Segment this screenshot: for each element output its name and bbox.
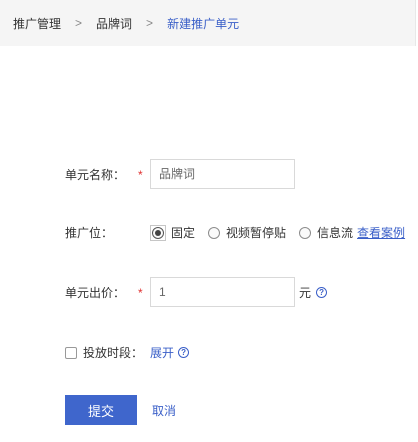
cancel-link[interactable]: 取消	[152, 402, 176, 419]
radio-icon	[299, 226, 312, 239]
unit-name-row: 单元名称： *	[65, 159, 295, 189]
required-mark: *	[138, 168, 143, 182]
expand-link[interactable]: 展开	[150, 344, 174, 361]
breadcrumb-item-current: 新建推广单元	[167, 16, 240, 31]
unit-name-label: 单元名称：	[65, 167, 126, 182]
bid-row: 单元出价： * 元 ?	[65, 277, 328, 307]
schedule-checkbox[interactable]	[65, 346, 77, 359]
breadcrumb: 推广管理 > 品牌词 > 新建推广单元	[0, 0, 416, 46]
schedule-row: 投放时段： 展开 ?	[65, 344, 190, 361]
radio-label-fixed: 固定	[171, 226, 196, 240]
schedule-label: 投放时段：	[83, 346, 144, 360]
question-circle-icon[interactable]: ?	[178, 347, 190, 358]
radio-label-video-pause: 视频暂停贴	[226, 226, 287, 240]
radio-icon	[208, 226, 221, 239]
bid-input[interactable]	[150, 277, 295, 307]
question-circle-icon[interactable]: ?	[316, 286, 328, 298]
breadcrumb-separator: >	[146, 16, 154, 30]
radio-option-feed[interactable]: 信息流	[299, 224, 353, 241]
breadcrumb-item-promotion-management[interactable]: 推广管理	[13, 15, 61, 32]
breadcrumb-item-brand-words[interactable]: 品牌词	[96, 15, 132, 32]
position-label: 推广位：	[65, 226, 114, 240]
radio-label-feed: 信息流	[317, 226, 354, 240]
bid-unit: 元	[299, 285, 312, 300]
bid-label: 单元出价：	[65, 285, 126, 300]
radio-option-video-pause[interactable]: 视频暂停贴	[208, 224, 286, 241]
radio-checked-icon	[152, 226, 164, 239]
view-case-link[interactable]: 查看案例	[357, 224, 405, 241]
unit-name-input[interactable]	[150, 159, 295, 189]
position-row: 推广位： 固定 视频暂停贴 信息流 查看案例	[65, 224, 405, 241]
radio-option-fixed[interactable]: 固定	[150, 224, 195, 241]
radio-focus-ring	[150, 224, 166, 241]
submit-button[interactable]: 提交	[65, 395, 137, 425]
breadcrumb-separator: >	[75, 16, 83, 30]
required-mark: *	[138, 286, 143, 300]
